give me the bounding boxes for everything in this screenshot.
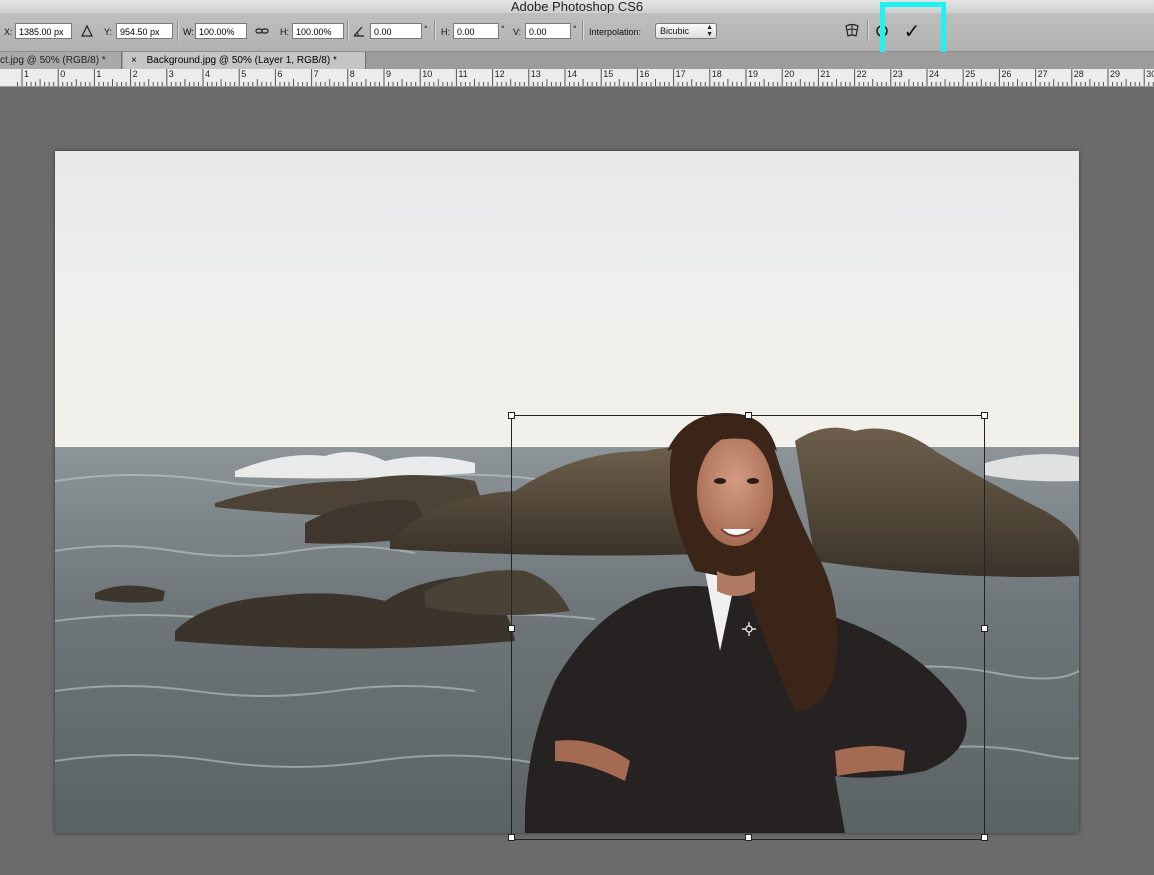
separator (867, 21, 869, 41)
ruler-label: 9 (386, 69, 392, 79)
separator (434, 21, 436, 41)
tab-object-document[interactable]: ct.jpg @ 50% (RGB/8) * (0, 52, 122, 69)
h-skew-unit: ° (501, 24, 505, 34)
tab-background-document[interactable]: × Background.jpg @ 50% (Layer 1, RGB/8) … (123, 52, 366, 69)
x-label: X: (4, 27, 13, 37)
ruler-label: 19 (748, 69, 759, 79)
interpolation-value: Bicubic (660, 26, 690, 36)
ruler-label: 3 (168, 69, 174, 79)
ruler-label: 15 (603, 69, 614, 79)
ruler-label: 7 (313, 69, 319, 79)
h-skew-label: H: (441, 27, 450, 37)
ruler-label: 0 (60, 69, 66, 79)
v-skew-unit: ° (573, 24, 577, 34)
ruler-label: 1 (96, 69, 102, 79)
ruler-label: 14 (567, 69, 578, 79)
ruler-label: 6 (277, 69, 283, 79)
photo-canvas[interactable] (55, 151, 1079, 833)
w-label: W: (183, 27, 194, 37)
tab-label: ct.jpg @ 50% (RGB/8) * (0, 55, 106, 66)
triangle-delta-icon[interactable] (80, 24, 94, 38)
separator (177, 21, 179, 41)
select-arrows-icon: ▲ ▼ (706, 24, 713, 38)
interpolation-select[interactable]: Bicubic ▲ ▼ (655, 23, 717, 39)
ruler-label: 12 (494, 69, 505, 79)
commit-button-highlight (880, 2, 946, 59)
width-field[interactable]: 100.00% (195, 23, 247, 39)
eye (714, 478, 726, 484)
ruler-label: 25 (965, 69, 976, 79)
tab-label: Background.jpg @ 50% (Layer 1, RGB/8) * (146, 55, 337, 66)
beach-photo (55, 151, 1079, 833)
interpolation-label: Interpolation: (589, 27, 642, 37)
ruler-label: 28 (1073, 69, 1084, 79)
horizontal-skew-field[interactable]: 0.00 (453, 23, 499, 39)
sky (55, 151, 1079, 451)
horizontal-ruler[interactable]: 1 0 1 2 3 4 5 6 7 8 9 10 11 12 13 14 15 16 17 18 19 20 21 22 23 2… (0, 69, 1154, 87)
ruler-label: 21 (820, 69, 831, 79)
ruler-label: 16 (639, 69, 650, 79)
ruler-label: 8 (349, 69, 355, 79)
ruler-label: 18 (711, 69, 722, 79)
angle-icon (353, 26, 364, 37)
y-position-field[interactable]: 954.50 px (116, 23, 173, 39)
ruler-label: 20 (784, 69, 795, 79)
angle-unit: ° (424, 24, 428, 34)
ruler-label: 29 (1110, 69, 1121, 79)
ruler-label: 30 (1146, 69, 1154, 79)
link-chain-icon[interactable] (255, 24, 269, 38)
app-title: Adobe Photoshop CS6 (510, 0, 644, 13)
separator (347, 21, 349, 41)
ruler-label: 4 (205, 69, 211, 79)
ruler-label: 27 (1037, 69, 1048, 79)
rotation-angle-field[interactable]: 0.00 (370, 23, 422, 39)
ruler-label: 23 (892, 69, 903, 79)
close-tab-icon[interactable]: × (131, 55, 137, 66)
ruler-label: 10 (422, 69, 433, 79)
height-field[interactable]: 100.00% (292, 23, 344, 39)
ruler-label: 17 (675, 69, 686, 79)
ruler-label: 13 (530, 69, 541, 79)
x-position-field[interactable]: 1385.00 px (15, 23, 72, 39)
warp-mode-icon[interactable] (843, 22, 861, 40)
ruler-label: 1 (24, 69, 30, 79)
ruler-label: 24 (929, 69, 940, 79)
options-bar: X: 1385.00 px Y: 954.50 px W: 100.00% H:… (0, 13, 1154, 52)
ruler-label: 11 (458, 69, 468, 79)
h-label: H: (280, 27, 289, 37)
ruler-label: 22 (856, 69, 867, 79)
ruler-label: 26 (1001, 69, 1012, 79)
y-label: Y: (104, 27, 113, 37)
ruler-label: 2 (132, 69, 138, 79)
v-skew-label: V: (513, 27, 522, 37)
title-bar: Adobe Photoshop CS6 (0, 0, 1154, 13)
eye (747, 478, 759, 484)
vertical-skew-field[interactable]: 0.00 (525, 23, 571, 39)
document-tabs: ct.jpg @ 50% (RGB/8) * × Background.jpg … (0, 52, 1154, 69)
ruler-label: 5 (241, 69, 247, 79)
separator (582, 21, 584, 41)
